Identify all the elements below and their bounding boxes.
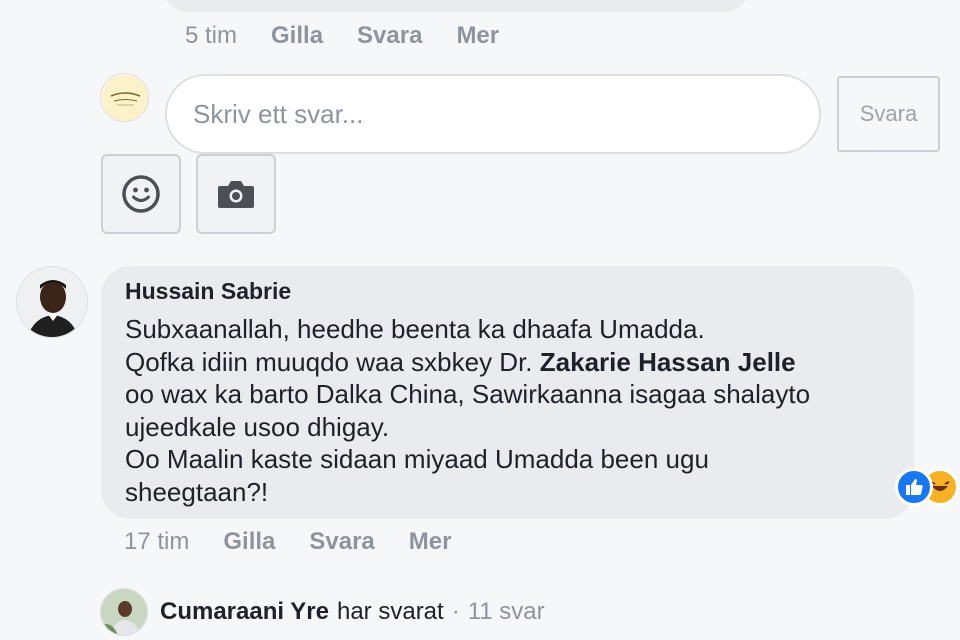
camera-icon [218,181,254,208]
comment-line: sheegtaan?! [125,476,269,507]
reply-input[interactable]: Skriv ett svar... [165,74,821,154]
comment-line: Subxaanallah, heedhe beenta ka dhaafa Um… [125,314,705,344]
avatar-logo-image [102,75,148,121]
reply-link[interactable]: Svara [309,528,374,556]
view-replies-row[interactable]: Cumaraani Yre har svarat · 11 svar [100,588,545,636]
tagged-person-link[interactable]: Zakarie Hassan Jelle [540,347,796,377]
comment-text: Subxaanallah, heedhe beenta ka dhaafa Um… [125,313,890,508]
like-link[interactable]: Gilla [271,22,323,50]
more-link[interactable]: Mer [409,528,452,556]
comment-time[interactable]: 17 tim [124,528,189,556]
comment-line-text: Qofka idiin muuqdo waa sxbkey Dr. [125,346,533,377]
reactions-summary[interactable] [895,468,959,508]
reply-count: 11 svar [467,598,545,625]
comment-line: ujeedkale usoo dhigay. [125,411,390,442]
replier-photo [101,589,147,635]
replier-avatar [100,588,148,636]
replier-name: Cumaraani Yre [160,598,329,625]
photo-button[interactable] [196,154,276,234]
comment-bubble: Hussain Sabrie Subxaanallah, heedhe been… [101,266,914,519]
previous-comment-bubble [162,0,750,12]
previous-comment-time[interactable]: 5 tim [185,22,237,50]
emoji-button[interactable] [101,154,181,234]
send-reply-button[interactable]: Svara [837,76,940,152]
like-icon [906,479,923,495]
commenter-photo [17,267,87,337]
current-user-avatar[interactable] [100,73,149,122]
like-link[interactable]: Gilla [223,528,275,556]
comment-actions: 17 tim Gilla Svara Mer [124,528,485,556]
previous-comment-actions: 5 tim Gilla Svara Mer [185,22,533,50]
comment-line: oo wax ka barto Dalka China, Sawirkaanna… [125,379,811,409]
comment-author[interactable]: Hussain Sabrie [125,278,890,305]
separator-dot: · [451,598,460,625]
smiley-icon [122,175,160,213]
reply-link[interactable]: Svara [357,22,422,50]
like-reaction [895,468,933,506]
more-link[interactable]: Mer [456,22,499,50]
comment-line: Oo Maalin kaste sidaan miyaad Umadda bee… [125,444,709,474]
reply-input-placeholder: Skriv ett svar... [193,98,364,129]
commenter-avatar[interactable] [16,266,88,338]
replied-label: har svarat [336,598,444,625]
comment-line: Qofka idiin muuqdo waa sxbkey Dr. Zakari… [125,346,890,379]
